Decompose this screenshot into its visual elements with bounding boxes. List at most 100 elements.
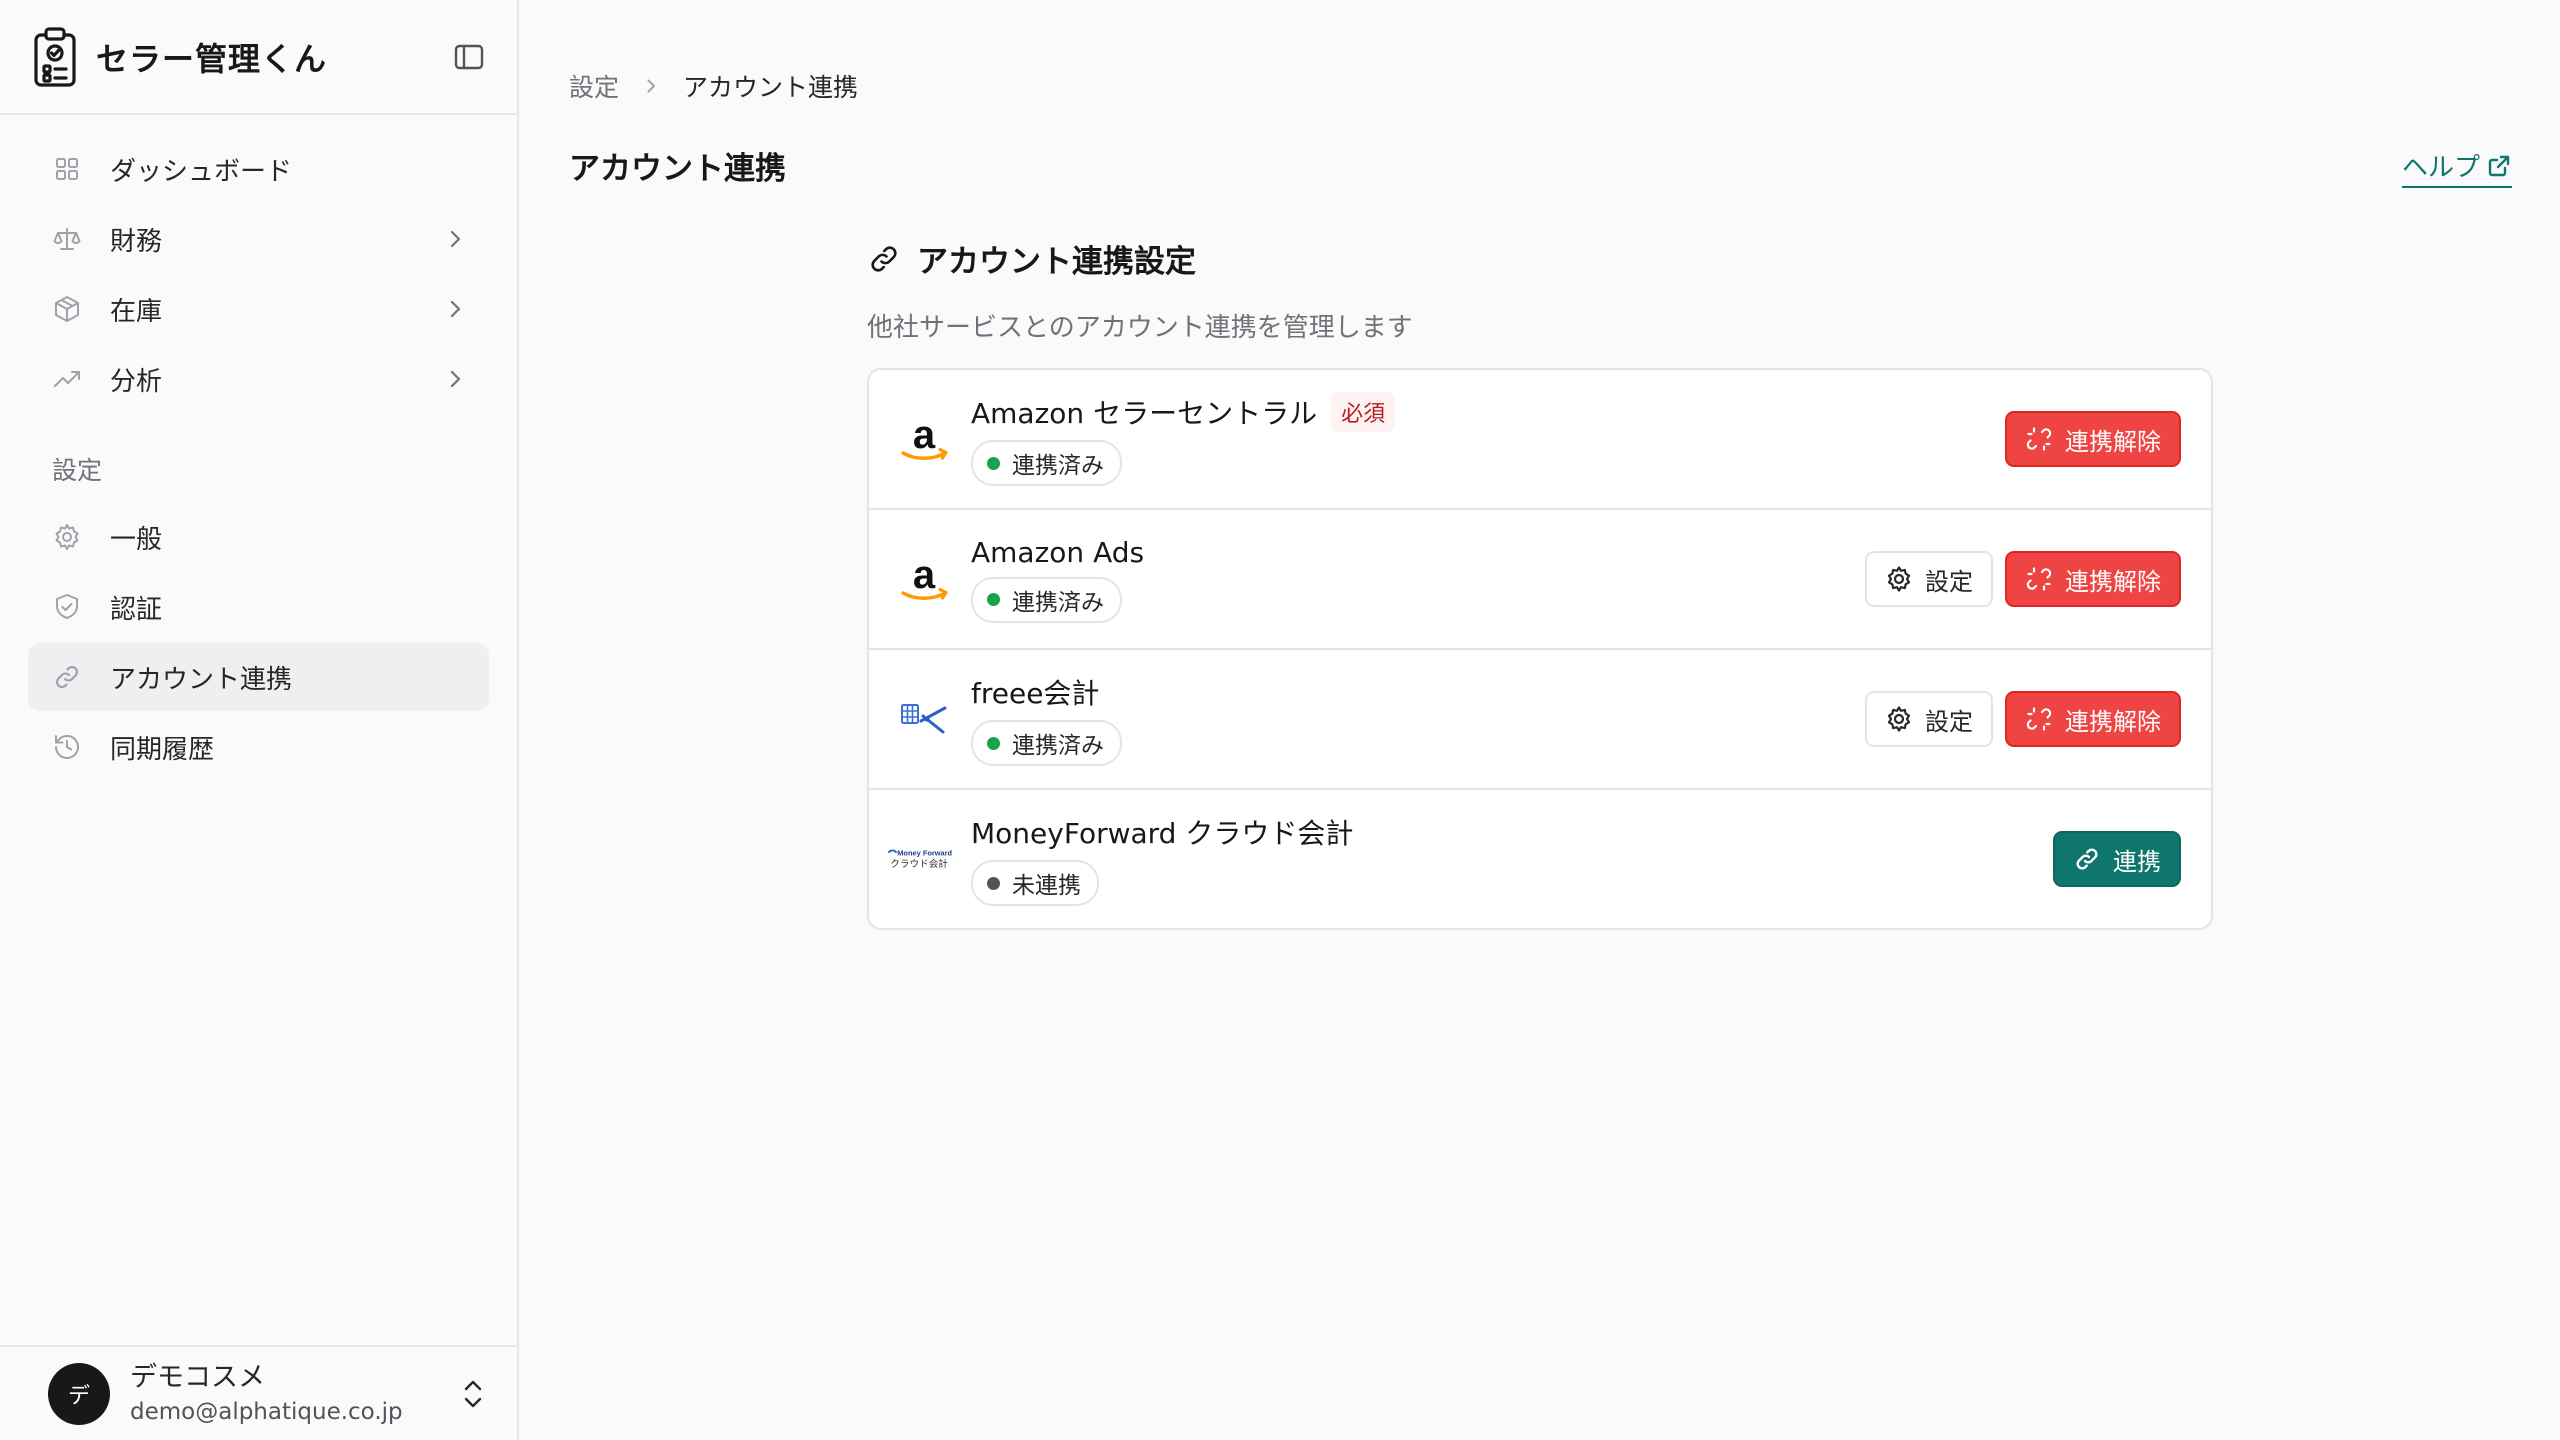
trend-icon — [52, 364, 82, 394]
sidebar-item-label: 分析 — [110, 366, 163, 397]
service-name: MoneyForward クラウド会計 — [971, 817, 1354, 850]
chevron-right-icon — [443, 297, 467, 321]
sidebar: セラー管理くん ダッシュボード 財務 在庫 分析 設定 一般 認証 アカウント連… — [0, 0, 519, 1440]
disconnect-button[interactable]: 連携解除 — [2005, 691, 2181, 747]
settings-button[interactable]: 設定 — [1865, 691, 1993, 747]
chevron-right-icon — [443, 367, 467, 391]
amazon-logo: a — [893, 548, 955, 610]
shield-icon — [52, 592, 82, 622]
clipboard-logo-icon — [32, 26, 78, 88]
sidebar-item-general[interactable]: 一般 — [28, 503, 489, 571]
status-badge: 連携済み — [971, 720, 1122, 766]
disconnect-button-label: 連携解除 — [2065, 707, 2161, 736]
external-link-icon — [2488, 155, 2510, 176]
settings-button-label: 設定 — [1925, 707, 1973, 736]
sidebar-item-inventory[interactable]: 在庫 — [28, 275, 489, 343]
user-email: demo@alphatique.co.jp — [130, 1398, 403, 1425]
gear-icon — [1887, 706, 1911, 732]
breadcrumb-parent[interactable]: 設定 — [569, 68, 619, 104]
sidebar-item-label: 財務 — [110, 226, 163, 257]
link-icon — [871, 245, 897, 272]
settings-section-label: 設定 — [52, 456, 103, 485]
sidebar-header: セラー管理くん — [0, 0, 517, 115]
disconnect-button-label: 連携解除 — [2065, 427, 2161, 456]
chevron-right-icon — [443, 227, 467, 251]
service-row-moneyforward: Money Forward クラウド会計 MoneyForward クラウド会計… — [869, 790, 2211, 928]
gear-icon — [1887, 566, 1911, 592]
status-dot — [987, 593, 1000, 606]
section-header: アカウント連携設定 — [867, 236, 2213, 281]
sidebar-item-analytics[interactable]: 分析 — [28, 345, 489, 413]
service-name: freee会計 — [971, 677, 1100, 710]
required-badge: 必須 — [1331, 392, 1396, 432]
help-link[interactable]: ヘルプ — [2401, 147, 2512, 188]
user-menu[interactable]: デ デモコスメ demo@alphatique.co.jp — [0, 1345, 517, 1440]
dashboard-icon — [52, 154, 82, 184]
status-badge: 連携済み — [971, 440, 1122, 486]
sidebar-nav: ダッシュボード 財務 在庫 分析 設定 一般 認証 アカウント連携 同期履歴 — [0, 115, 517, 781]
history-icon — [52, 732, 82, 762]
avatar: デ — [48, 1362, 110, 1425]
service-name: Amazon セラーセントラル — [971, 397, 1318, 430]
sidebar-item-label: ダッシュボード — [110, 156, 293, 187]
help-link-label: ヘルプ — [2401, 153, 2480, 183]
gear-icon — [52, 522, 82, 552]
moneyforward-logo-subtext: クラウド会計 — [890, 858, 948, 870]
chevron-right-icon — [641, 76, 661, 96]
sidebar-item-dashboard[interactable]: ダッシュボード — [28, 135, 489, 203]
freee-logo — [893, 688, 955, 750]
svg-text:a: a — [913, 553, 936, 597]
scale-icon — [52, 224, 82, 254]
breadcrumb-current: アカウント連携 — [683, 73, 859, 102]
unlink-icon — [2026, 567, 2052, 591]
status-label: 未連携 — [1012, 873, 1081, 899]
amazon-logo: a — [893, 408, 955, 470]
status-badge: 未連携 — [971, 860, 1099, 906]
unlink-icon — [2026, 427, 2052, 451]
section-description: 他社サービスとのアカウント連携を管理します — [867, 313, 1413, 343]
box-icon — [52, 294, 82, 324]
main-content: 設定 アカウント連携 アカウント連携 ヘルプ アカウント連携設定 他社サービスと… — [519, 0, 2560, 1440]
breadcrumb: 設定 アカウント連携 — [569, 68, 858, 104]
status-badge: 連携済み — [971, 576, 1122, 623]
disconnect-button-label: 連携解除 — [2065, 567, 2161, 596]
status-label: 連携済み — [1012, 589, 1104, 616]
connect-button[interactable]: 連携 — [2053, 831, 2181, 887]
user-name: デモコスメ — [130, 1361, 265, 1393]
connect-button-label: 連携 — [2113, 847, 2161, 876]
sidebar-item-label: 在庫 — [110, 296, 163, 327]
service-name: Amazon Ads — [971, 535, 1145, 569]
link-icon — [52, 662, 82, 692]
page-title: アカウント連携 — [569, 151, 786, 187]
service-row-amazon-seller-central: a Amazon セラーセントラル 必須 連携済み 連携解除 — [869, 370, 2211, 510]
sidebar-item-auth[interactable]: 認証 — [28, 573, 489, 641]
unlink-icon — [2026, 707, 2052, 731]
chevrons-up-down-icon[interactable] — [459, 1376, 487, 1412]
sidebar-item-label: 同期履歴 — [110, 734, 215, 765]
sidebar-item-label: 認証 — [110, 594, 163, 625]
service-row-amazon-ads: a Amazon Ads 連携済み 設定 連携解除 — [869, 510, 2211, 650]
moneyforward-logo: Money Forward クラウド会計 — [887, 828, 955, 890]
link-icon — [2076, 848, 2098, 870]
status-label: 連携済み — [1012, 453, 1104, 479]
app-title: セラー管理くん — [96, 39, 328, 78]
status-dot — [987, 456, 1000, 470]
section-title: アカウント連携設定 — [917, 244, 1196, 280]
disconnect-button[interactable]: 連携解除 — [2005, 551, 2181, 607]
status-dot — [987, 736, 1000, 750]
settings-button[interactable]: 設定 — [1865, 551, 1993, 607]
sidebar-toggle-icon[interactable] — [451, 39, 487, 75]
services-card: a Amazon セラーセントラル 必須 連携済み 連携解除 a Amazon … — [867, 368, 2213, 930]
status-dot — [987, 876, 1000, 890]
sidebar-item-sync-history[interactable]: 同期履歴 — [28, 713, 489, 781]
sidebar-item-label: 一般 — [110, 524, 163, 555]
sidebar-item-label: アカウント連携 — [110, 664, 293, 695]
sidebar-item-finance[interactable]: 財務 — [28, 205, 489, 273]
sidebar-item-account-link[interactable]: アカウント連携 — [28, 643, 489, 711]
service-row-freee: freee会計 連携済み 設定 連携解除 — [869, 650, 2211, 790]
status-label: 連携済み — [1012, 733, 1104, 759]
settings-button-label: 設定 — [1925, 567, 1973, 596]
account-link-section: アカウント連携設定 他社サービスとのアカウント連携を管理します a Amazon… — [867, 236, 2213, 930]
svg-text:a: a — [913, 413, 936, 457]
disconnect-button[interactable]: 連携解除 — [2005, 411, 2181, 467]
